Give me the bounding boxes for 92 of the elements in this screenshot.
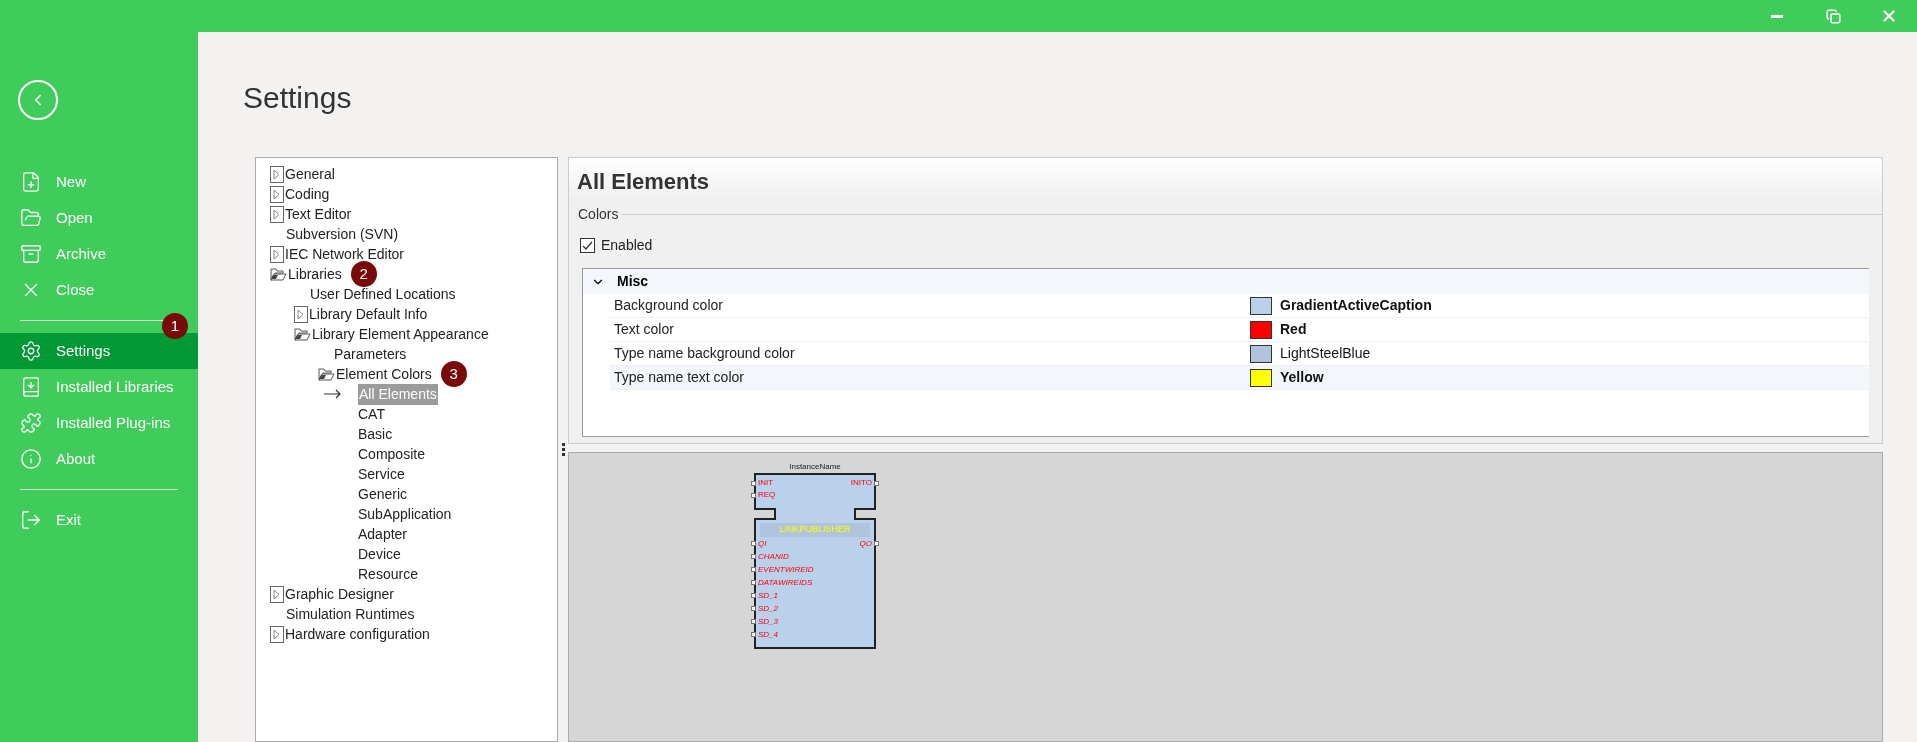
tree-item[interactable]: General — [284, 163, 336, 185]
event-input-label: INIT — [758, 477, 774, 489]
step-badge: 1 — [162, 313, 188, 339]
panel-title: All Elements — [577, 167, 710, 196]
exit-icon — [20, 509, 42, 531]
tree-item[interactable]: Subversion (SVN) — [285, 223, 400, 245]
event-input-label: REQ — [758, 489, 776, 501]
tree-item[interactable]: Adapter — [357, 523, 409, 545]
tree-item[interactable]: Library Default Info — [308, 303, 429, 325]
pin-icon — [751, 619, 756, 624]
folder-icon — [20, 207, 42, 229]
category-row[interactable]: Misc — [583, 269, 1869, 294]
settings-icon — [20, 340, 42, 362]
close-icon — [1880, 7, 1898, 25]
puzzle-icon — [20, 412, 42, 434]
page-icon — [270, 585, 284, 603]
info-icon — [20, 448, 42, 470]
property-value: GradientActiveCaption — [1280, 296, 1432, 315]
open-folder-icon — [318, 366, 335, 382]
step-badge: 3 — [440, 361, 467, 387]
group-label: Colors — [577, 205, 620, 224]
page-icon — [270, 245, 284, 263]
tree-item[interactable]: Device — [357, 543, 402, 565]
data-input-label: SD_1 — [758, 589, 778, 602]
back-button[interactable] — [18, 80, 58, 120]
minimize-icon — [1771, 14, 1783, 18]
data-input-label: CHANID — [758, 550, 789, 563]
pin-icon — [751, 567, 756, 572]
data-input-label: SD_3 — [758, 615, 778, 628]
tree-item[interactable]: Generic — [357, 483, 409, 505]
page-icon — [270, 625, 284, 643]
property-row[interactable]: Type name background color LightSteelBlue — [610, 342, 1869, 366]
tree-item[interactable]: Simulation Runtimes — [285, 603, 416, 625]
data-input-label: SD_2 — [758, 602, 778, 615]
property-name: Type name text color — [613, 368, 745, 387]
pin-icon — [751, 593, 756, 598]
pin-icon — [751, 480, 756, 486]
tree-item[interactable]: SubApplication — [357, 503, 453, 525]
new-file-icon — [20, 171, 42, 193]
tree-item[interactable]: Text Editor — [284, 203, 353, 225]
property-value: Yellow — [1280, 368, 1324, 387]
archive-icon — [20, 243, 42, 265]
property-value: LightSteelBlue — [1280, 344, 1371, 363]
tree-item[interactable]: Hardware configuration — [284, 623, 431, 645]
tree-item[interactable]: Basic — [357, 423, 394, 445]
property-row[interactable]: Type name text color Yellow — [610, 366, 1869, 390]
page-icon — [270, 185, 284, 203]
open-folder-icon — [294, 326, 311, 342]
pin-icon — [751, 580, 756, 585]
page-title: Settings — [243, 80, 353, 116]
property-name: Text color — [613, 320, 675, 339]
pin-icon — [751, 632, 756, 637]
property-name: Background color — [613, 296, 724, 315]
data-input-label: DATAWIREIDS — [758, 576, 813, 589]
sidebar-item[interactable]: Settings — [0, 333, 198, 369]
data-input-label: EVENTWIREID — [758, 563, 814, 576]
tree-item[interactable]: Library Element Appearance — [311, 323, 490, 345]
page-icon — [270, 205, 284, 223]
property-row[interactable]: Background color GradientActiveCaption — [610, 294, 1869, 318]
checkbox[interactable] — [580, 238, 595, 253]
tree-item[interactable]: Composite — [357, 443, 426, 465]
arrow-icon — [324, 389, 342, 399]
tree-item[interactable]: Coding — [284, 183, 331, 205]
checkbox-label: Enabled — [601, 236, 653, 255]
event-output-label: INITO — [850, 477, 872, 489]
pin-icon — [751, 554, 756, 559]
tree-item[interactable]: Service — [357, 463, 406, 485]
page-icon — [270, 165, 284, 183]
tree-item[interactable]: Graphic Designer — [284, 583, 395, 605]
instance-name: InstanceName — [789, 461, 841, 473]
data-input-label: QI — [758, 537, 767, 550]
data-output-label: QO — [859, 537, 872, 550]
property-row[interactable]: Text color Red — [610, 318, 1869, 342]
pin-icon — [874, 480, 879, 486]
property-value: Red — [1280, 320, 1307, 339]
restore-icon — [1825, 8, 1841, 24]
type-name: LINKPUBLISHER — [760, 523, 870, 537]
tree-item[interactable]: Libraries — [287, 263, 343, 285]
property-name: Type name background color — [613, 344, 796, 363]
step-badge: 2 — [350, 261, 377, 287]
tree-item[interactable]: Parameters — [333, 343, 408, 365]
pin-icon — [751, 541, 756, 546]
pin-icon — [751, 606, 756, 611]
open-folder-icon — [270, 266, 287, 282]
page-icon — [294, 305, 308, 323]
pin-icon — [874, 541, 879, 546]
tree-item[interactable]: Resource — [357, 563, 419, 585]
book-icon — [20, 376, 42, 398]
pin-icon — [751, 492, 756, 498]
data-input-label: SD_4 — [758, 628, 778, 641]
tree-item[interactable]: CAT — [357, 403, 386, 425]
tree-item[interactable]: Element Colors — [335, 363, 433, 385]
